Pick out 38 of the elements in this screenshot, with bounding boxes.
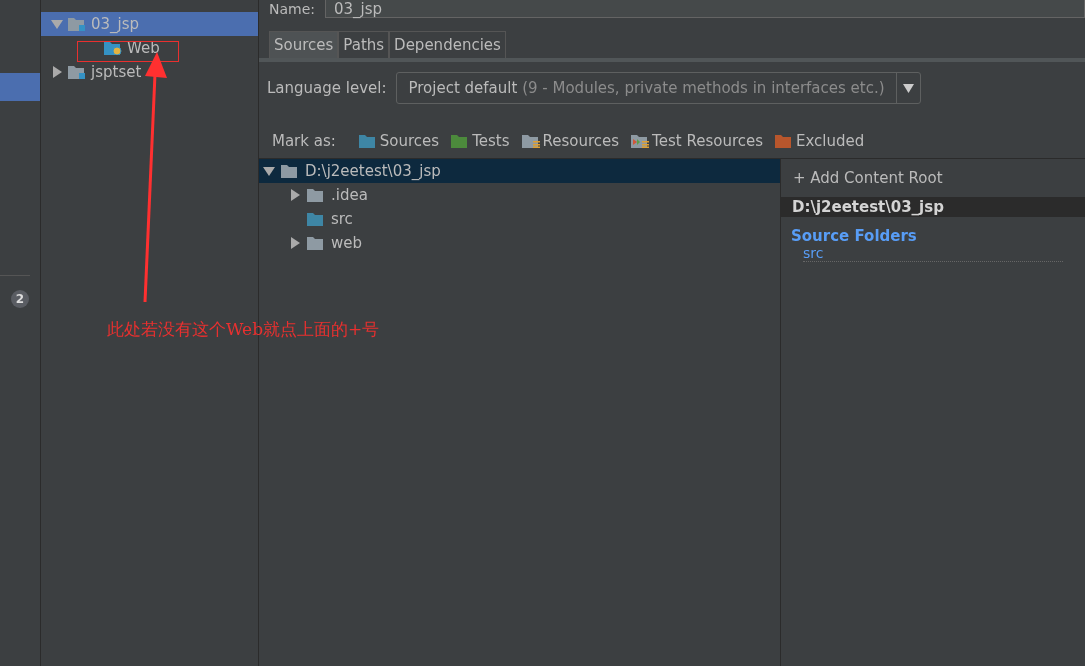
tree-item[interactable]: src (258, 207, 780, 231)
content-root-path: D:\j2eetest\03_jsp (780, 197, 1085, 217)
count-badge: 2 (11, 290, 29, 308)
folder-icon (306, 212, 325, 226)
module-folder-icon (68, 65, 86, 79)
tree-item[interactable]: .idea (258, 183, 780, 207)
tree-item[interactable]: Web (41, 36, 258, 60)
add-content-root-button[interactable]: + Add Content Root (780, 167, 943, 189)
tab[interactable]: Dependencies (389, 31, 506, 58)
folder-icon (280, 164, 299, 178)
tree-item[interactable]: jsptset (41, 60, 258, 84)
collapse-arrow-icon[interactable] (288, 237, 301, 249)
mark-as-option[interactable]: Resources (521, 132, 620, 150)
expand-arrow-icon[interactable] (262, 165, 275, 177)
dropdown-value: Project default (9 - Modules, private methods in interfaces etc.) (407, 79, 886, 97)
mark-as-option[interactable]: Excluded (775, 132, 865, 150)
folder-icon (306, 188, 325, 202)
annotation-text: 此处若没有这个Web就点上面的+号 (107, 318, 380, 341)
mark-as-option[interactable]: Test Resources (631, 132, 764, 150)
web-facet-icon (104, 41, 122, 55)
language-level-dropdown[interactable]: Project default (9 - Modules, private methods in interfaces etc.) (395, 72, 921, 104)
name-field[interactable]: 03_jsp (325, 0, 1085, 18)
language-level-label: Language level: (266, 79, 387, 97)
collapse-arrow-icon[interactable] (288, 189, 301, 201)
mark-as-option[interactable]: Tests (451, 132, 510, 150)
tree-item[interactable]: web (258, 231, 780, 255)
name-label: Name: (268, 1, 315, 17)
tree-item[interactable]: D:\j2eetest\03_jsp (258, 159, 780, 183)
module-folder-icon (68, 17, 86, 31)
section-title: Source Folders (789, 227, 918, 245)
folder-icon (306, 236, 325, 250)
caret-icon (902, 83, 914, 93)
mark-as-label: Mark as: (271, 132, 336, 150)
mark-as-option[interactable]: Sources (358, 132, 440, 150)
tab[interactable]: Paths (338, 31, 390, 58)
tab[interactable]: Sources (268, 31, 339, 58)
source-folder-item[interactable]: src (802, 245, 1063, 262)
collapse-arrow-icon[interactable] (51, 66, 63, 78)
